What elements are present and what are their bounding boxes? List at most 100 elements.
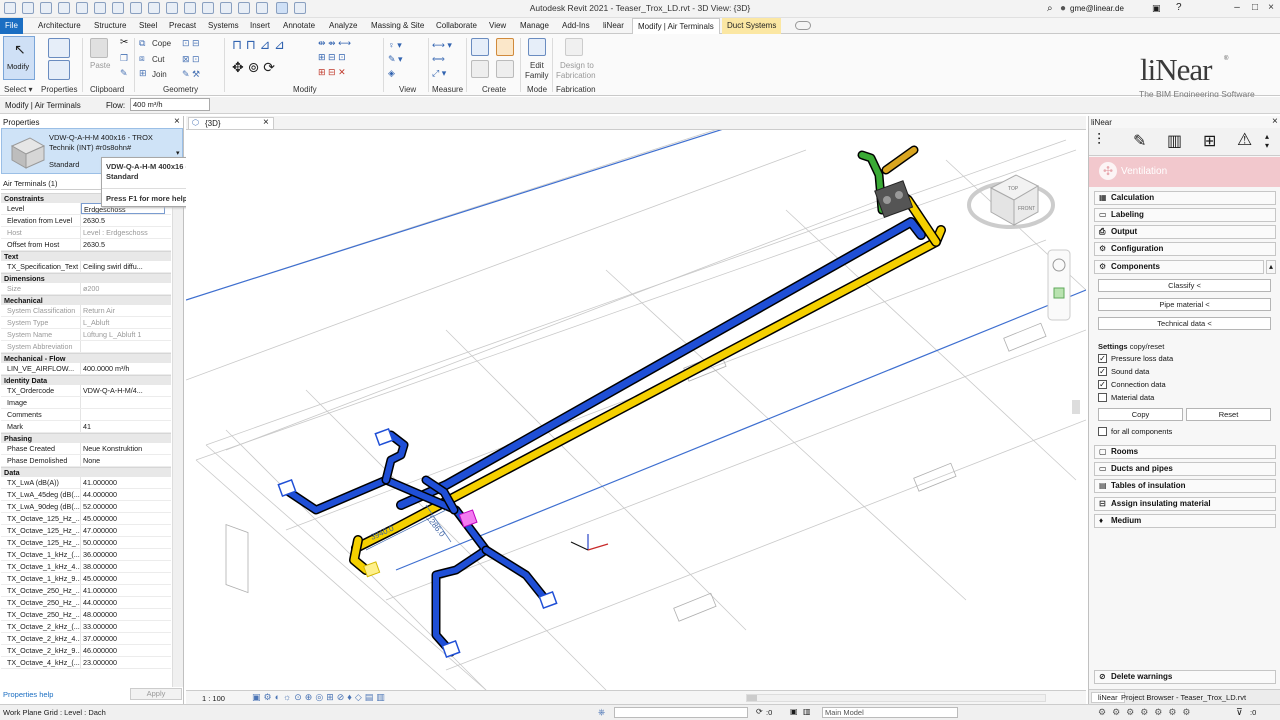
close-icon[interactable]: × [174,116,180,127]
create-parts-icon[interactable] [496,60,514,78]
editing-requests-icon[interactable]: ⟳ [756,707,763,716]
view-cube-front[interactable]: FRONT [1018,206,1035,212]
property-row[interactable]: System Name Lüftung L_Abluft 1 [1,329,171,341]
property-value[interactable]: 37.000000 [81,633,165,644]
property-row[interactable]: Phase Demolished None [1,455,171,467]
property-row[interactable]: TX_Octave_125_Hz_...47.000000 [1,525,171,537]
property-group-header[interactable]: Text [1,251,171,261]
property-group-header[interactable]: Phasing [1,433,171,443]
selection-filter-icons[interactable]: ⚙⚙⚙⚙⚙⚙⚙ [1098,707,1196,718]
filter-icon[interactable]: ⊽ [1236,707,1243,718]
match-icon[interactable]: ✎ [120,68,128,79]
property-row[interactable]: Phase Created Neue Konstruktion [1,443,171,455]
property-row[interactable]: Host Level : Erdgeschoss [1,227,171,239]
property-value[interactable]: Level : Erdgeschoss [81,227,165,238]
tab-architecture[interactable]: Architecture [33,18,86,34]
property-row[interactable]: Offset from Host 2630.5 [1,239,171,251]
modify-button[interactable]: ↖ Modify [3,36,35,80]
section-assign-insulation[interactable]: ⊟ Assign insulating material [1094,497,1276,511]
section-rooms[interactable]: ▢ Rooms [1094,445,1276,459]
close-icon[interactable]: × [1272,116,1278,127]
view-cube[interactable]: TOP FRONT [967,174,1055,229]
property-value[interactable]: 33.000000 [81,621,165,632]
property-group-header[interactable]: Identity Data [1,375,171,385]
modify-tools[interactable]: ⊓ ⊓ ⊿ ⊿ ✥ ⊚ ⟳ ⇹ ⇴ ⟷ ⊞ ⊟ ⊡ ⊞ ⊟ ✕ [230,37,380,85]
settings-checkbox[interactable]: ✓ [1098,354,1107,363]
technical-data-button[interactable]: Technical data < [1098,317,1271,330]
property-row[interactable]: TX_Octave_250_Hz_...41.000000 [1,585,171,597]
cart-icon[interactable]: ▣ [1152,3,1161,14]
minimize-button[interactable]: – [1230,2,1244,15]
section-calculation[interactable]: ▦ Calculation [1094,191,1276,205]
user-icon[interactable]: ● [1060,3,1066,14]
design-option-dropdown[interactable]: Main Model [822,707,958,718]
section-configuration[interactable]: ⚙ Configuration [1094,242,1276,256]
property-value[interactable]: 50.000000 [81,537,165,548]
tab-add-ins[interactable]: Add-Ins [557,18,595,34]
tab-project-browser[interactable]: Project Browser - Teaser_Trox_LD.rvt [1121,693,1246,702]
properties-scrollbar[interactable] [172,193,183,687]
library-tool-icon[interactable]: ▥ [1167,131,1182,151]
flow-input[interactable]: 400 m³/h [130,98,210,111]
property-group-header[interactable]: Data [1,467,171,477]
property-value[interactable]: Ceiling swirl diffu... [81,261,165,272]
dimension-label-2[interactable]: 1286.0 [424,514,446,539]
design-options-icon-2[interactable]: ▥ [803,707,811,716]
properties-help-link[interactable]: Properties help [3,690,53,699]
property-row[interactable]: Mark 41 [1,421,171,433]
design-fab-label-2[interactable]: Fabrication [556,71,596,80]
type-properties-icon[interactable] [48,60,70,80]
tab-analyze[interactable]: Analyze [324,18,362,34]
help-icon[interactable]: ? [1176,2,1182,13]
property-value[interactable]: 47.000000 [81,525,165,536]
property-row[interactable]: TX_Octave_2_kHz_4... 37.000000 [1,633,171,645]
section-output[interactable]: ⎙ Output [1094,225,1276,239]
property-value[interactable]: 48.000000 [81,609,165,620]
property-value[interactable]: None [81,455,165,466]
tab-linear-panel[interactable]: liNear [1091,692,1125,703]
property-row[interactable]: TX_Octave_1_kHz_9... 45.000000 [1,573,171,585]
property-row[interactable]: LIN_VE_AIRFLOW... 400.0000 m³/h [1,363,171,375]
property-row[interactable]: Image [1,397,171,409]
design-options-icon[interactable]: ▣ [790,707,798,716]
ventilation-tool-icon[interactable]: ⫶ [1097,132,1101,150]
panel-scroll-arrows[interactable]: ▴ ▾ [1265,132,1269,150]
delete-warnings-button[interactable]: ⊘ Delete warnings [1094,670,1276,684]
navigation-bar[interactable] [1047,249,1071,321]
cut-geometry-icon[interactable]: ⧈ [139,53,145,64]
property-row[interactable]: System Type L_Abluft [1,317,171,329]
property-row[interactable]: TX_Octave_250_Hz_...48.000000 [1,609,171,621]
property-row[interactable]: TX_Octave_125_Hz_...50.000000 [1,537,171,549]
create-similar-icon[interactable] [471,38,489,56]
user-email[interactable]: gme@linear.de [1070,4,1124,13]
property-value[interactable]: 52.000000 [81,501,165,512]
view-control-icons[interactable]: ▣⚙◐☼⊙⊕◎⊞⊘♦◇▤▥ [252,692,388,703]
tab-systems[interactable]: Systems [203,18,244,34]
edit-family-label-2[interactable]: Family [525,71,549,80]
tab-collaborate[interactable]: Collaborate [431,18,482,34]
property-value[interactable]: 45.000000 [81,573,165,584]
property-value[interactable]: L_Abluft [81,317,165,328]
edit-family-icon[interactable] [528,38,546,56]
property-value[interactable]: 41.000000 [81,585,165,596]
property-value[interactable]: ø200 [81,283,165,294]
geometry-tools[interactable]: ⊡ ⊟ ⊠ ⊡ ✎ ⚒ [182,38,218,82]
copy-icon[interactable]: ❐ [120,53,128,64]
property-row[interactable]: TX_LwA_90deg (dB(... 52.000000 [1,501,171,513]
property-group-header[interactable]: Mechanical [1,295,171,305]
apply-button[interactable]: Apply [130,688,182,700]
property-row[interactable]: Size ø200 [1,283,171,295]
property-value[interactable]: 44.000000 [81,489,165,500]
horizontal-scroll-thumb[interactable] [747,695,757,701]
property-row[interactable]: Comments [1,409,171,421]
design-fab-label-1[interactable]: Design to [560,61,594,70]
measure-tools[interactable]: ⟷ ▾ ⟺ ⤢ ▾ [432,38,462,80]
property-value[interactable]: 2630.5 [81,239,165,250]
create-group-icon[interactable] [496,38,514,56]
tab-insert[interactable]: Insert [245,18,275,34]
model-canvas[interactable]: 3940.0 1286.0 TOP FRONT [186,130,1086,690]
section-insulation-tables[interactable]: ▤ Tables of insulation [1094,479,1276,493]
property-group-header[interactable]: Mechanical - Flow [1,353,171,363]
tab-options-icon[interactable] [795,21,811,30]
property-value[interactable]: 41 [81,421,165,432]
